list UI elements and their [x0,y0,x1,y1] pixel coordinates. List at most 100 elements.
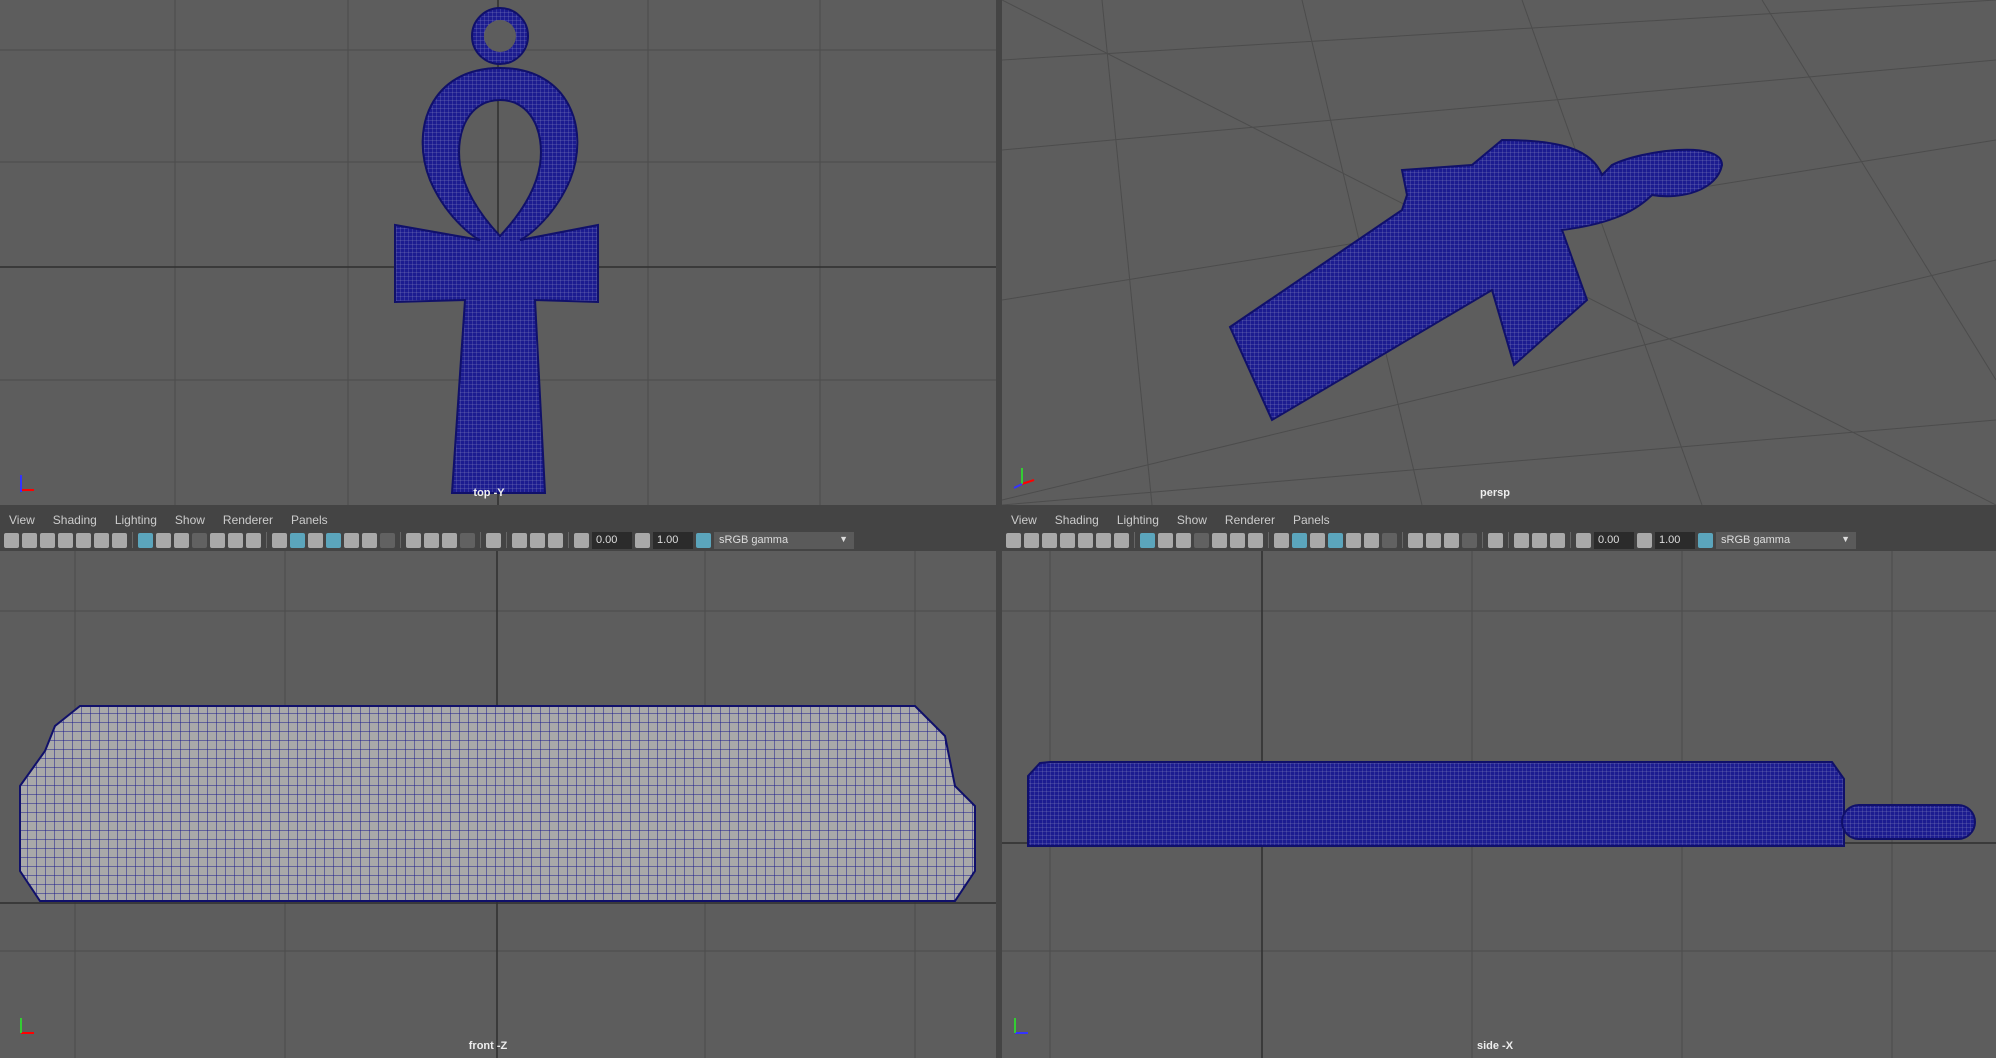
safe-action-icon[interactable] [228,532,243,548]
front-mesh [19,705,976,902]
backface-culling-icon[interactable] [1550,532,1565,548]
menu-show[interactable]: Show [166,513,214,527]
xray-icon[interactable] [1514,532,1529,548]
lights-icon[interactable] [1364,532,1379,548]
shadows-icon[interactable] [380,532,395,548]
axis-indicator-icon [20,475,34,492]
front-grid [0,551,996,1058]
lock-camera-icon[interactable] [22,532,37,548]
toolbar-separator [1268,532,1269,548]
viewport-label: top -Y [473,487,505,499]
side-mesh [1027,761,1976,847]
menu-panels[interactable]: Panels [1284,513,1339,527]
textured-icon[interactable] [1346,532,1361,548]
smooth-shade-icon[interactable] [1292,532,1307,548]
xray-joints-icon[interactable] [530,532,545,548]
gamma-icon[interactable] [635,532,650,548]
wireframe-on-shaded-icon[interactable] [1328,532,1343,548]
menu-show[interactable]: Show [1168,513,1216,527]
grid-icon[interactable] [138,532,153,548]
anti-aliasing-icon[interactable] [1444,532,1459,548]
screen-space-ao-icon[interactable] [1408,532,1423,548]
image-plane-icon[interactable] [1078,532,1093,548]
exposure-icon[interactable] [574,532,589,548]
viewport-front[interactable]: front -Z [0,551,996,1058]
camera-icon[interactable] [1006,532,1021,548]
toolbar-separator [1402,532,1403,548]
motion-blur-icon[interactable] [1426,532,1441,548]
menu-view[interactable]: View [1002,513,1046,527]
menu-renderer[interactable]: Renderer [1216,513,1284,527]
wireframe-icon[interactable] [1274,532,1289,548]
color-management-toggle[interactable] [696,532,711,548]
gamma-field[interactable]: 1.00 [1655,531,1695,549]
gate-mask-icon[interactable] [1194,532,1209,548]
menu-shading[interactable]: Shading [1046,513,1108,527]
bookmark-icon[interactable] [1060,532,1075,548]
pan-zoom-icon[interactable] [94,532,109,548]
exposure-icon[interactable] [1576,532,1591,548]
smooth-shade-icon[interactable] [290,532,305,548]
exposure-field[interactable]: 0.00 [592,531,632,549]
motion-blur-icon[interactable] [424,532,439,548]
color-space-dropdown[interactable]: sRGB gamma [1716,531,1856,549]
film-gate-icon[interactable] [156,532,171,548]
default-material-icon[interactable] [308,532,323,548]
camera-attributes-icon[interactable] [40,532,55,548]
top-grid [0,0,996,505]
shadows-icon[interactable] [1382,532,1397,548]
backface-culling-icon[interactable] [548,532,563,548]
grid-icon[interactable] [1140,532,1155,548]
isolate-select-icon[interactable] [1488,532,1503,548]
default-material-icon[interactable] [1310,532,1325,548]
gamma-icon[interactable] [1637,532,1652,548]
menu-lighting[interactable]: Lighting [106,513,166,527]
xray-icon[interactable] [512,532,527,548]
depth-of-field-icon[interactable] [460,532,475,548]
wireframe-on-shaded-icon[interactable] [326,532,341,548]
color-management-toggle[interactable] [1698,532,1713,548]
wireframe-icon[interactable] [272,532,287,548]
safe-title-icon[interactable] [246,532,261,548]
grease-pencil-icon[interactable] [1114,532,1129,548]
image-plane-icon[interactable] [76,532,91,548]
safe-title-icon[interactable] [1248,532,1263,548]
exposure-field[interactable]: 0.00 [1594,531,1634,549]
lock-camera-icon[interactable] [1024,532,1039,548]
menu-renderer[interactable]: Renderer [214,513,282,527]
depth-of-field-icon[interactable] [1462,532,1477,548]
safe-action-icon[interactable] [1230,532,1245,548]
xray-joints-icon[interactable] [1532,532,1547,548]
panel-menubar-front: View Shading Lighting Show Renderer Panels [0,510,996,530]
camera-icon[interactable] [4,532,19,548]
viewport-side[interactable]: side -X [1002,551,1996,1058]
menu-shading[interactable]: Shading [44,513,106,527]
viewport-persp[interactable]: persp [1002,0,1996,505]
bookmark-icon[interactable] [58,532,73,548]
camera-attributes-icon[interactable] [1042,532,1057,548]
field-chart-icon[interactable] [1212,532,1227,548]
menu-lighting[interactable]: Lighting [1108,513,1168,527]
toolbar-separator [132,532,133,548]
field-chart-icon[interactable] [210,532,225,548]
toolbar-separator [1508,532,1509,548]
viewport-top[interactable]: top -Y [0,0,996,505]
axis-indicator-icon [1013,468,1035,489]
gamma-field[interactable]: 1.00 [653,531,693,549]
axis-indicator-icon [1014,1018,1028,1034]
pan-zoom-icon[interactable] [1096,532,1111,548]
grease-pencil-icon[interactable] [112,532,127,548]
viewport-label: persp [1480,487,1510,499]
screen-space-ao-icon[interactable] [406,532,421,548]
color-space-dropdown[interactable]: sRGB gamma [714,531,854,549]
lights-icon[interactable] [362,532,377,548]
menu-view[interactable]: View [0,513,44,527]
menu-panels[interactable]: Panels [282,513,337,527]
textured-icon[interactable] [344,532,359,548]
resolution-gate-icon[interactable] [174,532,189,548]
film-gate-icon[interactable] [1158,532,1173,548]
anti-aliasing-icon[interactable] [442,532,457,548]
resolution-gate-icon[interactable] [1176,532,1191,548]
isolate-select-icon[interactable] [486,532,501,548]
gate-mask-icon[interactable] [192,532,207,548]
